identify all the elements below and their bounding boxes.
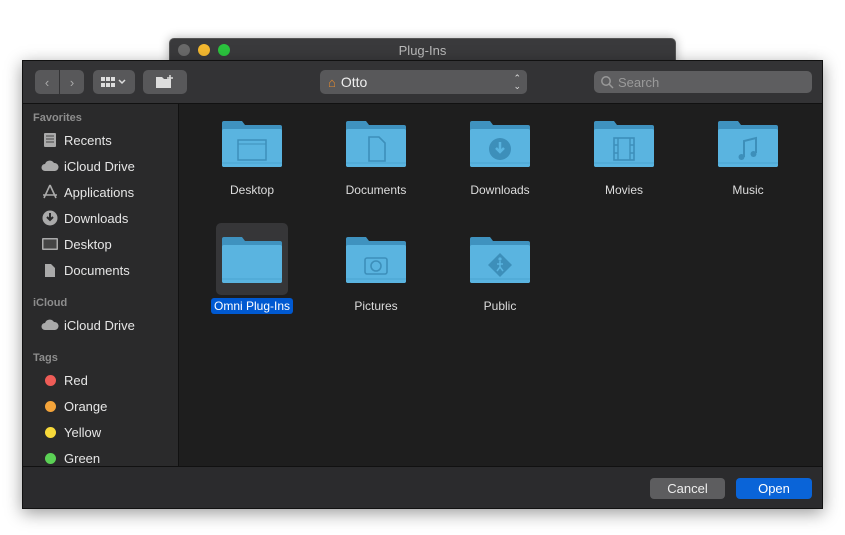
sidebar: Favorites Recents iCloud Drive Applications… bbox=[23, 104, 179, 466]
folder-icon bbox=[464, 223, 536, 295]
updown-chevron-icon: ⌃ ⌄ bbox=[513, 73, 521, 91]
folder-icon bbox=[464, 107, 536, 179]
home-icon: ⌂ bbox=[328, 74, 336, 90]
sidebar-item-downloads[interactable]: Downloads bbox=[41, 207, 128, 229]
desktop-icon bbox=[41, 236, 59, 252]
new-folder-icon bbox=[156, 75, 173, 88]
folder-icon bbox=[340, 107, 412, 179]
sidebar-item-label: Applications bbox=[64, 184, 135, 200]
recents-icon bbox=[41, 132, 59, 148]
chevron-right-icon: › bbox=[69, 74, 75, 90]
sidebar-item-label: Desktop bbox=[64, 236, 112, 252]
sidebar-item-label: iCloud Drive bbox=[64, 317, 135, 333]
cloud-icon bbox=[41, 158, 59, 174]
tag-dot-icon bbox=[41, 372, 59, 388]
folder-label: Music bbox=[732, 183, 764, 197]
back-button[interactable]: ‹ bbox=[35, 70, 59, 94]
folder-icon bbox=[712, 107, 784, 179]
folder-label: Desktop bbox=[229, 183, 275, 197]
folder-item[interactable]: Pictures bbox=[321, 223, 431, 315]
sidebar-item-recents[interactable]: Recents bbox=[41, 129, 112, 151]
cloud-icon bbox=[41, 317, 59, 333]
sidebar-item-yellow[interactable]: Yellow bbox=[41, 421, 101, 443]
sidebar-item-red[interactable]: Red bbox=[41, 369, 88, 391]
sidebar-item-label: Orange bbox=[64, 398, 108, 414]
folder-label: Movies bbox=[604, 183, 643, 197]
tags-header: Tags bbox=[33, 352, 58, 364]
toolbar: ‹ › ⌂ Otto ⌃ ⌄ Search bbox=[23, 61, 822, 104]
new-folder-button[interactable] bbox=[143, 70, 187, 94]
folder-item[interactable]: Desktop bbox=[197, 107, 307, 199]
sidebar-item-desktop[interactable]: Desktop bbox=[41, 233, 112, 255]
applications-icon bbox=[41, 184, 59, 200]
search-icon bbox=[601, 76, 614, 89]
view-mode-button[interactable] bbox=[93, 70, 135, 94]
folder-label: Omni Plug-Ins bbox=[210, 298, 294, 314]
sidebar-item-documents[interactable]: Documents bbox=[41, 259, 130, 281]
tag-dot-icon bbox=[41, 398, 59, 414]
tag-dot-icon bbox=[41, 450, 59, 466]
location-popup[interactable]: ⌂ Otto ⌃ ⌄ bbox=[320, 70, 527, 94]
folder-label: Public bbox=[483, 299, 517, 313]
sidebar-item-label: Downloads bbox=[64, 210, 129, 226]
folder-item[interactable]: Downloads bbox=[445, 107, 555, 199]
sidebar-item-label: Yellow bbox=[64, 424, 102, 440]
folder-icon bbox=[588, 107, 660, 179]
chevron-left-icon: ‹ bbox=[44, 74, 50, 90]
folder-icon bbox=[340, 223, 412, 295]
downloads-icon bbox=[41, 210, 59, 226]
sidebar-item-label: iCloud Drive bbox=[64, 158, 135, 174]
cancel-button[interactable]: Cancel bbox=[650, 478, 725, 499]
folder-item[interactable]: Documents bbox=[321, 107, 431, 199]
folder-item[interactable]: Movies bbox=[569, 107, 679, 199]
sidebar-item-orange[interactable]: Orange bbox=[41, 395, 107, 417]
sidebar-item-label: Red bbox=[64, 372, 88, 388]
grid-view-icon bbox=[101, 77, 126, 87]
folder-item[interactable]: Public bbox=[445, 223, 555, 315]
folder-label: Downloads bbox=[470, 183, 530, 197]
folder-label: Pictures bbox=[354, 299, 398, 313]
sidebar-item-icloud-drive[interactable]: iCloud Drive bbox=[41, 155, 135, 177]
documents-icon bbox=[41, 262, 59, 278]
sidebar-item-icloud-drive[interactable]: iCloud Drive bbox=[41, 314, 135, 336]
sidebar-item-label: Green bbox=[64, 450, 101, 466]
folder-item[interactable]: Omni Plug-Ins bbox=[197, 223, 307, 315]
sidebar-item-label: Documents bbox=[64, 262, 130, 278]
sidebar-item-label: Recents bbox=[64, 132, 112, 148]
icloud-header: iCloud bbox=[33, 297, 68, 309]
sidebar-item-applications[interactable]: Applications bbox=[41, 181, 134, 203]
open-dialog: ‹ › ⌂ Otto ⌃ ⌄ Search Favorites Recents iCl… bbox=[22, 60, 823, 509]
search-input[interactable]: Search bbox=[594, 71, 812, 93]
favorites-header: Favorites bbox=[33, 112, 82, 124]
forward-button[interactable]: › bbox=[60, 70, 84, 94]
folder-label: Documents bbox=[345, 183, 407, 197]
location-label: Otto bbox=[340, 74, 368, 90]
bottom-bar: Cancel Open bbox=[23, 466, 822, 508]
tag-dot-icon bbox=[41, 424, 59, 440]
open-button[interactable]: Open bbox=[736, 478, 812, 499]
window-title: Plug-Ins bbox=[398, 43, 447, 58]
folder-icon bbox=[216, 223, 288, 295]
folder-icon bbox=[216, 107, 288, 179]
folder-item[interactable]: Music bbox=[693, 107, 803, 199]
search-placeholder: Search bbox=[618, 74, 660, 90]
